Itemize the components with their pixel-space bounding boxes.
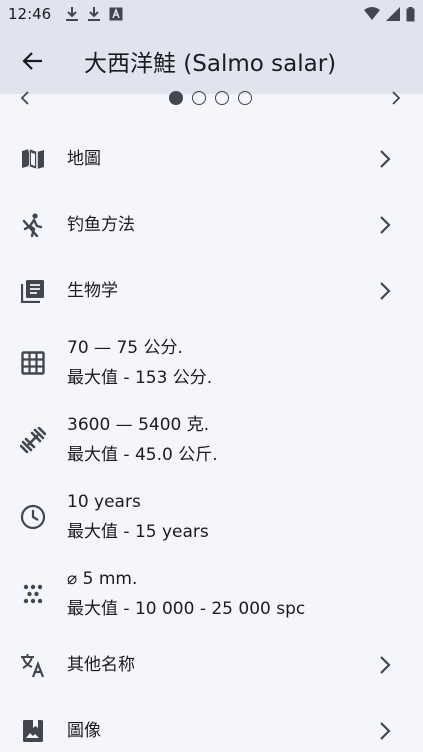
image-carousel-indicator xyxy=(0,88,423,108)
egg-size: ⌀ 5 mm. xyxy=(67,568,138,589)
list-item-fishing-methods[interactable]: 钓鱼方法 xyxy=(0,192,423,258)
cell-signal-icon xyxy=(386,7,400,21)
weight-range: 3600 — 5400 克. xyxy=(67,414,210,435)
eggs-icon xyxy=(20,581,46,607)
list-item-label: 钓鱼方法 xyxy=(67,215,135,235)
grid-icon xyxy=(20,350,46,376)
library-books-icon xyxy=(20,278,46,304)
list-item-map[interactable]: 地圖 xyxy=(0,126,423,192)
chevron-right-icon xyxy=(380,216,391,234)
list-item-label: 生物学 xyxy=(67,281,118,301)
list-item-images[interactable]: 圖像 xyxy=(0,698,423,752)
list-item-weight: 3600 — 5400 克. 最大值 - 45.0 公斤. xyxy=(0,401,423,478)
carousel-dot[interactable] xyxy=(192,91,206,105)
chevron-right-icon[interactable] xyxy=(391,90,401,106)
wifi-icon xyxy=(364,7,380,20)
download-icon xyxy=(88,7,101,21)
photo-album-icon xyxy=(20,718,46,744)
battery-icon xyxy=(406,6,415,21)
list-item-length: 70 — 75 公分. 最大值 - 153 公分. xyxy=(0,324,423,401)
translate-icon xyxy=(20,652,46,678)
list-item-label: 其他名称 xyxy=(67,655,135,675)
map-icon xyxy=(20,146,46,172)
page-title: 大西洋鮭 (Salmo salar) xyxy=(84,51,337,77)
back-button[interactable] xyxy=(0,28,64,94)
carousel-dots xyxy=(169,91,252,105)
list-item-biology[interactable]: 生物学 xyxy=(0,258,423,324)
list-item-eggs: ⌀ 5 mm. 最大值 - 10 000 - 25 000 spc xyxy=(0,555,423,632)
status-time: 12:46 xyxy=(8,5,52,23)
arrow-back-icon xyxy=(22,52,42,70)
egg-count-max: 最大值 - 10 000 - 25 000 spc xyxy=(67,598,306,619)
carousel-dot[interactable] xyxy=(169,91,183,105)
chevron-right-icon xyxy=(380,150,391,168)
list-item-other-names[interactable]: 其他名称 xyxy=(0,632,423,698)
list-item-age: 10 years 最大值 - 15 years xyxy=(0,478,423,555)
length-max: 最大值 - 153 公分. xyxy=(67,367,213,388)
chevron-right-icon xyxy=(380,722,391,740)
font-app-icon xyxy=(109,7,123,21)
chevron-right-icon xyxy=(380,656,391,674)
dumbbell-icon xyxy=(20,426,46,453)
list-item-label: 地圖 xyxy=(67,149,101,169)
weight-max: 最大值 - 45.0 公斤. xyxy=(67,444,218,465)
clock-icon xyxy=(20,504,46,530)
app-bar: 大西洋鮭 (Salmo salar) xyxy=(0,28,423,94)
status-bar: 12:46 xyxy=(0,0,423,28)
age-typical: 10 years xyxy=(67,491,141,512)
length-range: 70 — 75 公分. xyxy=(67,337,183,358)
list-item-label: 圖像 xyxy=(67,721,101,741)
age-max: 最大值 - 15 years xyxy=(67,521,209,542)
chevron-right-icon xyxy=(380,282,391,300)
fish-info-list: 地圖 钓鱼方法 生物学 70 — 75 公分. 最大值 - 153 公分. 36… xyxy=(0,126,423,752)
chevron-left-icon[interactable] xyxy=(20,90,30,106)
fishing-icon xyxy=(20,212,46,238)
download-icon xyxy=(66,7,79,21)
carousel-dot[interactable] xyxy=(215,91,229,105)
carousel-dot[interactable] xyxy=(238,91,252,105)
